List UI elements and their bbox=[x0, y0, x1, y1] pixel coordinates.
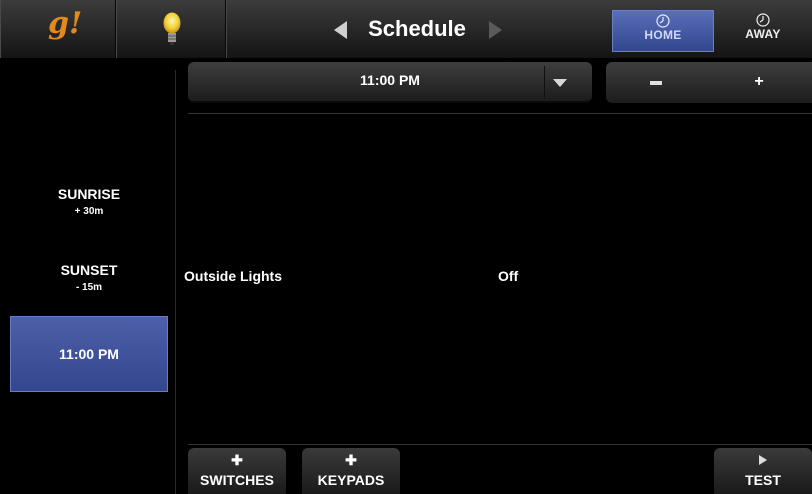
event-name: SUNSET bbox=[60, 262, 118, 278]
lights-button[interactable] bbox=[116, 0, 226, 58]
event-name: 11:00 PM bbox=[59, 346, 119, 362]
event-sunset[interactable]: SUNSET - 15m bbox=[10, 262, 168, 293]
clock-icon bbox=[756, 13, 770, 27]
button-label: SWITCHES bbox=[200, 472, 274, 488]
time-dropdown[interactable]: 11:00 PM bbox=[188, 62, 592, 103]
divider bbox=[188, 113, 812, 114]
clock-icon bbox=[656, 14, 670, 28]
away-mode-button[interactable]: AWAY bbox=[714, 10, 812, 52]
logo-button[interactable]: g! bbox=[0, 0, 116, 58]
schedule-navigator: Schedule bbox=[226, 0, 606, 58]
event-offset: - 15m bbox=[75, 282, 103, 293]
page-title: Schedule bbox=[368, 16, 466, 41]
test-button[interactable]: TEST bbox=[714, 448, 812, 494]
event-offset: + 30m bbox=[74, 206, 104, 217]
logo: g! bbox=[48, 6, 83, 41]
plus-button[interactable]: + bbox=[752, 74, 766, 90]
time-value: 11:00 PM bbox=[360, 72, 420, 88]
divider bbox=[544, 66, 545, 99]
add-switches-button[interactable]: ✚ SWITCHES bbox=[188, 448, 286, 494]
time-stepper: + bbox=[606, 62, 812, 103]
plus-icon: ✚ bbox=[231, 452, 243, 468]
event-sunrise[interactable]: SUNRISE + 30m bbox=[10, 186, 168, 217]
dropdown-arrow-icon bbox=[553, 79, 567, 87]
home-mode-label: HOME bbox=[644, 28, 682, 42]
minus-button[interactable] bbox=[650, 81, 662, 85]
top-bar: g! Schedule HOME AWAY bbox=[0, 0, 812, 59]
divider bbox=[188, 444, 812, 445]
event-selected-time[interactable]: 11:00 PM bbox=[10, 316, 168, 392]
event-name: SUNRISE bbox=[57, 186, 121, 202]
button-label: KEYPADS bbox=[317, 472, 385, 488]
add-keypads-button[interactable]: ✚ KEYPADS bbox=[302, 448, 400, 494]
plus-icon: ✚ bbox=[345, 452, 357, 468]
lightbulb-icon bbox=[163, 12, 181, 45]
play-icon bbox=[714, 454, 812, 466]
home-mode-button[interactable]: HOME bbox=[612, 10, 714, 52]
device-name[interactable]: Outside Lights bbox=[184, 268, 282, 284]
next-arrow-icon[interactable] bbox=[489, 21, 502, 39]
divider bbox=[175, 70, 176, 494]
device-state[interactable]: Off bbox=[498, 268, 518, 284]
away-mode-label: AWAY bbox=[745, 27, 781, 41]
button-label: TEST bbox=[745, 472, 781, 488]
